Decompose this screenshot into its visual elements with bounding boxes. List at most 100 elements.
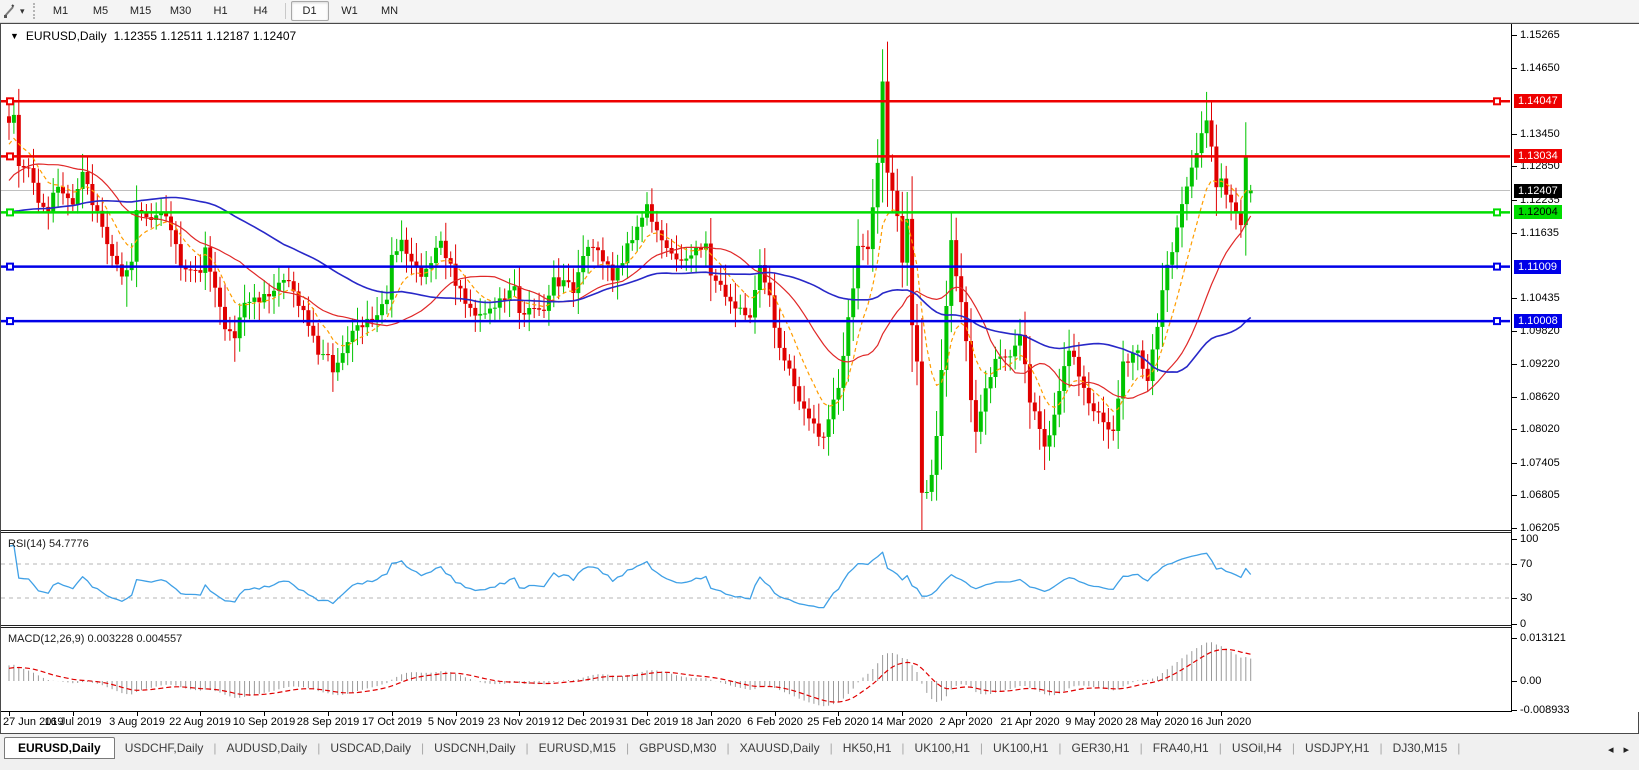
timeframe-button-d1[interactable]: D1 [290, 1, 329, 21]
axis-tickmark [1512, 364, 1517, 365]
chart-tab-usdjpy-h1[interactable]: USDJPY,H1 [1295, 738, 1379, 758]
date-label: 21 Apr 2020 [1000, 716, 1060, 728]
price-badge: 1.14047 [1514, 94, 1562, 108]
candle-down [61, 186, 65, 194]
timeframe-button-m15[interactable]: M15 [122, 1, 160, 21]
price-tick-label: 1.06805 [1520, 489, 1560, 501]
candle-down [654, 221, 659, 231]
chart-tab-ger30-h1[interactable]: GER30,H1 [1062, 738, 1140, 758]
tabs-scroll-right-icon[interactable]: ▸ [1623, 743, 1629, 756]
line-handle-marker[interactable] [1493, 262, 1501, 271]
toolbar-separator [284, 3, 286, 19]
line-handle-marker[interactable] [1493, 317, 1501, 326]
chart-tab-usdcnh-daily[interactable]: USDCNH,Daily [424, 738, 525, 758]
candle-up [851, 288, 856, 318]
toolbar-grip[interactable] [32, 3, 35, 19]
chart-tab-fra40-h1[interactable]: FRA40,H1 [1143, 738, 1219, 758]
price-tick-label: 1.14650 [1520, 62, 1560, 74]
candle-up [615, 267, 620, 281]
candle-down [1111, 429, 1116, 431]
candle-down [31, 168, 36, 183]
line-handle-marker[interactable] [6, 152, 14, 161]
candle-down [664, 240, 669, 248]
candle-down [198, 270, 203, 273]
candle-down [591, 246, 596, 248]
candle-down [286, 280, 291, 282]
timeframe-button-m30[interactable]: M30 [162, 1, 200, 21]
candle-down [1209, 120, 1214, 147]
candle-up [1047, 435, 1052, 447]
candle-down [223, 306, 227, 330]
chart-tab-usoil-h4[interactable]: USOil,H4 [1222, 738, 1292, 758]
candle-up [281, 280, 286, 283]
time-axis[interactable]: 27 Jun 2019 16 Jul 2019 3 Aug 2019 22 Aug 2… [1, 711, 1511, 733]
timeframe-buttons: M1 M5 M15 M30 H1 H4 D1 W1 MN [41, 1, 410, 21]
price-axis[interactable]: 1.15265 1.14650 1.13450 1.12850 1.12235 1.116… [1511, 24, 1639, 716]
candle-up [1180, 204, 1184, 228]
candle-down [566, 280, 571, 283]
candle-up [1219, 178, 1224, 188]
candle-down [213, 271, 218, 288]
line-handle-marker[interactable] [6, 97, 14, 106]
line-handle-marker[interactable] [1493, 97, 1501, 106]
candle-down [1037, 411, 1042, 429]
candle-down [821, 436, 826, 438]
price-tick-label: 1.15265 [1520, 29, 1560, 41]
timeframe-button-mn[interactable]: MN [371, 1, 409, 21]
chart-tab-usdchf-daily[interactable]: USDCHF,Daily [115, 738, 214, 758]
timeframe-button-w1[interactable]: W1 [331, 1, 369, 21]
candle-down [409, 253, 414, 262]
candle-up [924, 492, 929, 493]
candle-down [1126, 361, 1130, 363]
date-label: 23 Nov 2019 [487, 716, 551, 728]
date-label: 16 Jul 2019 [44, 716, 102, 728]
candle-down [816, 423, 821, 437]
date-label: 9 May 2020 [1065, 716, 1123, 728]
chart-tab-gbpusd-m30[interactable]: GBPUSD,M30 [629, 738, 726, 758]
axis-tickmark [1512, 638, 1517, 639]
timeframe-button-h4[interactable]: H4 [242, 1, 280, 21]
chart-tab-xauusd-daily[interactable]: XAUUSD,Daily [730, 738, 830, 758]
candle-up [934, 436, 939, 475]
candle-down [728, 296, 733, 302]
chart-tabs: EURUSD,Daily USDCHF,Daily | AUDUSD,Daily | US… [4, 736, 1460, 759]
candle-down [537, 308, 542, 310]
line-handle-marker[interactable] [6, 317, 14, 326]
timeframe-button-m1[interactable]: M1 [42, 1, 80, 21]
price-chart-canvas[interactable] [1, 24, 1511, 530]
pane-separator[interactable] [1, 625, 1638, 626]
chart-tab-hk50-h1[interactable]: HK50,H1 [833, 738, 902, 758]
chart-tab-uk100-h1[interactable]: UK100,H1 [905, 738, 980, 758]
tabs-scroll-left-icon[interactable]: ◂ [1608, 743, 1614, 756]
line-handle-marker[interactable] [6, 208, 14, 217]
collapse-triangle-icon[interactable]: ▼ [10, 31, 19, 41]
macd-histogram [8, 642, 1252, 707]
candle-down [743, 307, 748, 316]
line-handle-marker[interactable] [6, 262, 14, 271]
rsi-canvas[interactable] [1, 533, 1511, 625]
chart-tab-audusd-daily[interactable]: AUDUSD,Daily [217, 738, 318, 758]
chart-tab-eurusd-daily[interactable]: EURUSD,Daily [4, 736, 115, 759]
chart-tab-usdcad-daily[interactable]: USDCAD,Daily [320, 738, 421, 758]
candle-up [880, 81, 885, 163]
axis-tickmark [1512, 166, 1517, 167]
candle-down [861, 245, 865, 247]
chart-tool-button[interactable]: ▾ [0, 1, 29, 21]
date-label: 2 Apr 2020 [939, 716, 993, 728]
chart-tab-eurusd-m15[interactable]: EURUSD,M15 [529, 738, 626, 758]
candle-up [434, 247, 438, 264]
candle-down [144, 213, 149, 218]
axis-tickmark [1512, 397, 1517, 398]
chart-tab-uk100-h1[interactable]: UK100,H1 [983, 738, 1058, 758]
timeframe-button-m5[interactable]: M5 [82, 1, 120, 21]
candle-up [630, 240, 635, 244]
timeframe-button-h1[interactable]: H1 [202, 1, 240, 21]
line-handle-marker[interactable] [1493, 208, 1501, 217]
candle-up [988, 377, 993, 389]
candle-down [532, 308, 537, 309]
candle-up [826, 419, 831, 437]
chart-tab-dj30-m15[interactable]: DJ30,M15 [1383, 738, 1458, 758]
price-tick-label: 1.08020 [1520, 423, 1560, 435]
macd-canvas[interactable] [1, 628, 1511, 711]
pane-separator[interactable] [1, 530, 1638, 531]
